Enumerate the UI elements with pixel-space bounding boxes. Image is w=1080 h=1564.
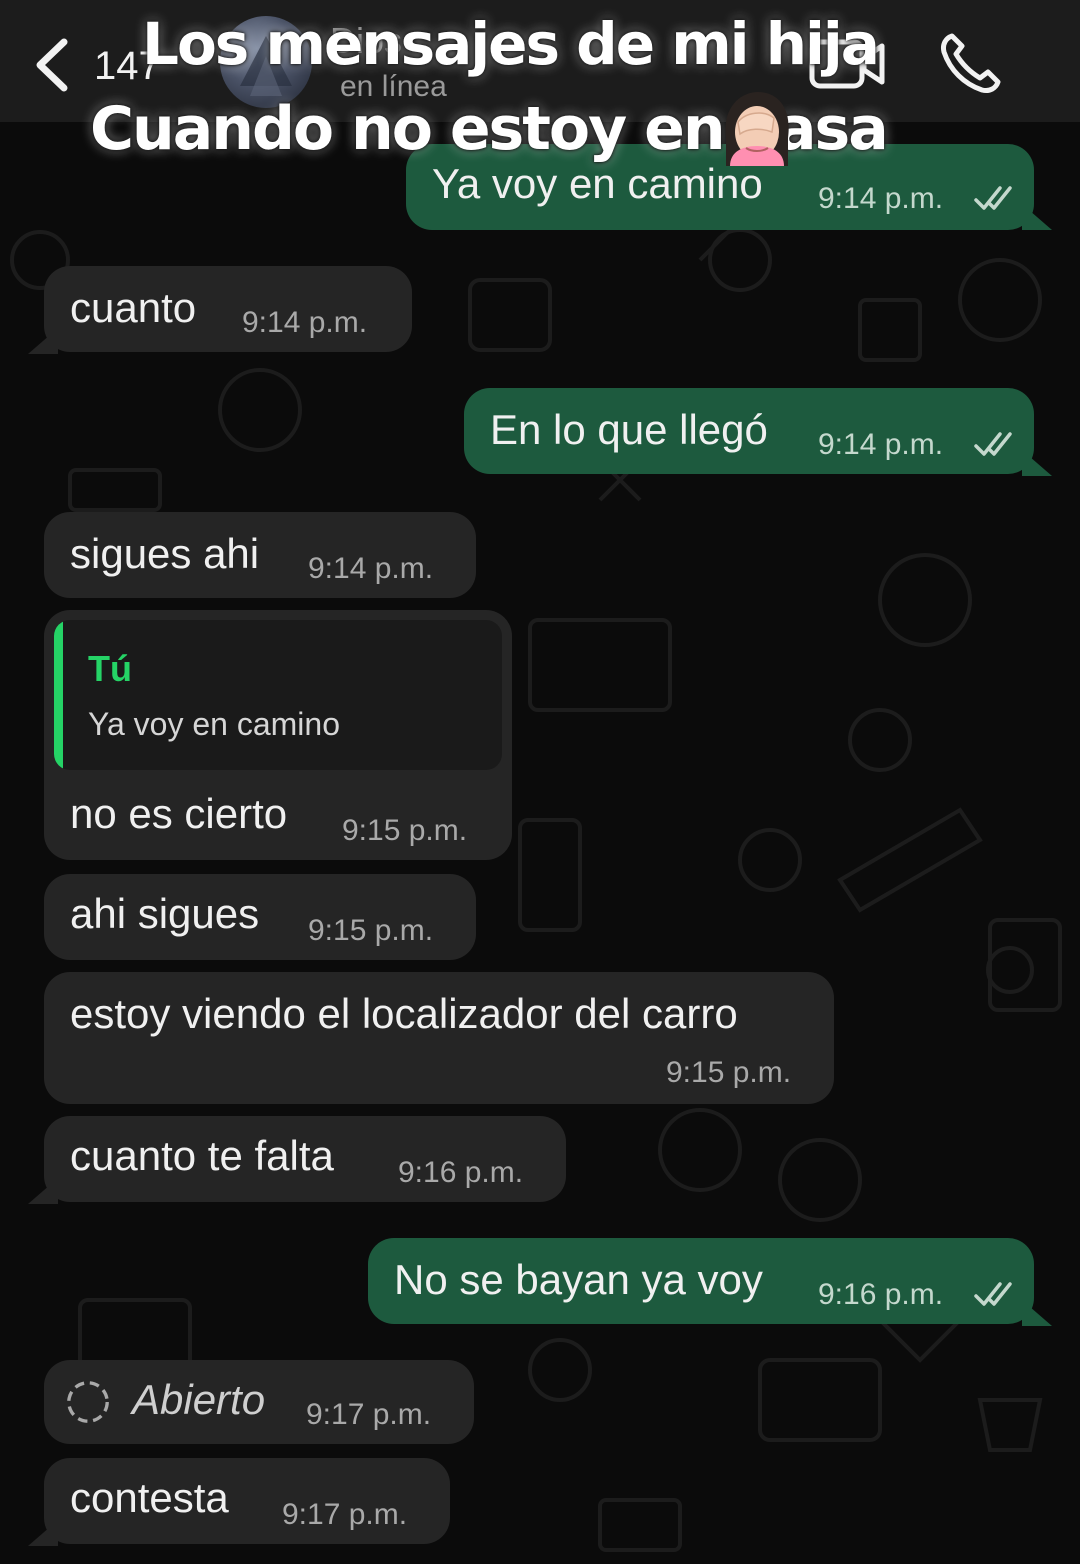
incoming-reply-message[interactable]: Tú Ya voy en camino no es cierto 9:15 p.…: [44, 610, 512, 860]
outgoing-message[interactable]: En lo que llegó 9:14 p.m.: [464, 388, 1034, 474]
message-text: ahi sigues: [70, 890, 260, 937]
bubble-tail: [28, 1520, 58, 1546]
caption-line-1: Los mensajes de mi hija: [142, 10, 880, 78]
bubble-tail: [1022, 204, 1052, 230]
message-text: En lo que llegó: [490, 406, 768, 453]
read-ticks-icon: [974, 432, 1012, 456]
message-text: No se bayan ya voy: [394, 1256, 763, 1303]
bubble-tail: [1022, 1300, 1052, 1326]
quoted-message[interactable]: Tú Ya voy en camino: [54, 620, 502, 770]
incoming-message[interactable]: contesta 9:17 p.m.: [44, 1458, 450, 1544]
message-text: Ya voy en camino: [432, 160, 763, 207]
incoming-message[interactable]: ahi sigues 9:15 p.m.: [44, 874, 476, 960]
voice-call-icon[interactable]: [938, 32, 1002, 94]
facepalm-emoji-icon: [725, 92, 789, 166]
message-text: sigues ahi: [70, 530, 260, 577]
message-time: 9:16 p.m.: [818, 1278, 944, 1311]
message-time: 9:14 p.m.: [818, 428, 944, 461]
incoming-message[interactable]: cuanto 9:14 p.m.: [44, 266, 412, 352]
message-time: 9:15 p.m.: [308, 914, 434, 947]
message-text: Abierto: [132, 1376, 266, 1423]
bubble-tail: [28, 1178, 58, 1204]
message-text: cuanto te falta: [70, 1132, 334, 1179]
read-ticks-icon: [974, 186, 1012, 210]
quote-author: Tú: [88, 648, 132, 689]
message-text: contesta: [70, 1474, 229, 1521]
quote-text: Ya voy en camino: [88, 706, 340, 742]
message-time: 9:17 p.m.: [306, 1398, 432, 1431]
view-once-message[interactable]: Abierto 9:17 p.m.: [44, 1360, 474, 1444]
read-ticks-icon: [974, 1282, 1012, 1306]
message-time: 9:14 p.m.: [242, 306, 368, 339]
message-time: 9:16 p.m.: [398, 1156, 524, 1189]
message-list[interactable]: Ya voy en camino 9:14 p.m. cuanto 9:14 p…: [0, 122, 1080, 1564]
message-text: cuanto: [70, 284, 197, 331]
message-time: 9:15 p.m.: [342, 814, 468, 847]
bubble-tail: [1022, 450, 1052, 476]
incoming-message[interactable]: cuanto te falta 9:16 p.m.: [44, 1116, 566, 1202]
message-time: 9:17 p.m.: [282, 1498, 408, 1531]
quote-accent-bar: [54, 620, 63, 770]
message-time: 9:14 p.m.: [818, 182, 944, 215]
message-text: estoy viendo el localizador del carro: [70, 990, 738, 1037]
message-time: 9:14 p.m.: [308, 552, 434, 585]
incoming-message[interactable]: sigues ahi 9:14 p.m.: [44, 512, 476, 598]
message-text: no es cierto: [70, 790, 288, 837]
outgoing-message[interactable]: No se bayan ya voy 9:16 p.m.: [368, 1238, 1034, 1324]
incoming-message[interactable]: estoy viendo el localizador del carro 9:…: [44, 972, 834, 1104]
bubble-tail: [28, 328, 58, 354]
view-once-icon: [67, 1381, 109, 1423]
back-arrow-icon[interactable]: [28, 34, 78, 96]
message-time: 9:15 p.m.: [666, 1056, 792, 1089]
